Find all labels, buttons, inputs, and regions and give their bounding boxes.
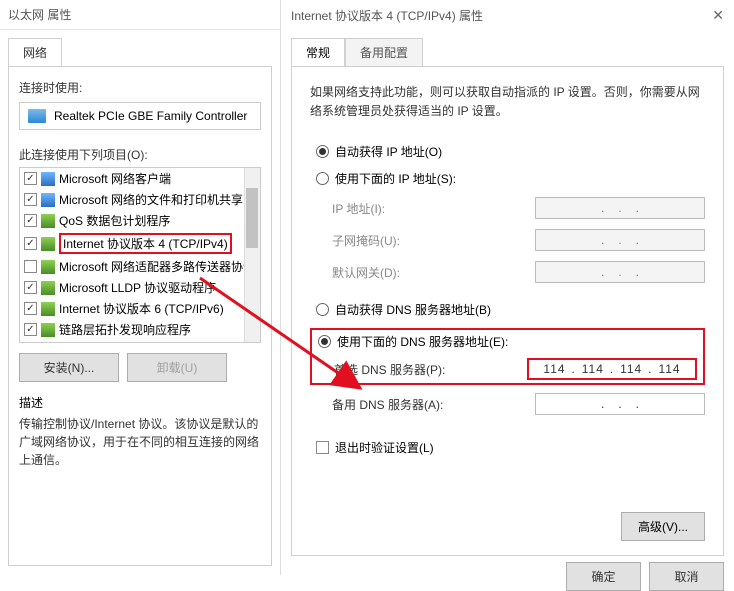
scroll-thumb[interactable] bbox=[246, 188, 258, 248]
protocol-icon bbox=[41, 260, 55, 274]
title-text: Internet 协议版本 4 (TCP/IPv4) 属性 bbox=[291, 7, 483, 24]
ip-fields: IP 地址(I):... 子网掩码(U):... 默认网关(D):... bbox=[332, 197, 705, 283]
adapter-field[interactable]: Realtek PCIe GBE Family Controller bbox=[19, 102, 261, 130]
radio-label: 使用下面的 DNS 服务器地址(E): bbox=[337, 333, 508, 350]
radio-icon bbox=[318, 335, 331, 348]
protocol-icon bbox=[41, 172, 55, 186]
item-label: Internet 协议版本 6 (TCP/IPv6) bbox=[59, 300, 224, 317]
nic-icon bbox=[28, 109, 46, 123]
item-label: Internet 协议版本 4 (TCP/IPv4) bbox=[63, 237, 228, 251]
advanced-button[interactable]: 高级(V)... bbox=[621, 512, 705, 541]
radio-label: 自动获得 IP 地址(O) bbox=[335, 143, 442, 160]
tab-strip-left: 网络 bbox=[8, 38, 272, 66]
mask-input: ... bbox=[535, 229, 705, 251]
checkbox-icon bbox=[316, 441, 329, 454]
dns-manual-highlight: 使用下面的 DNS 服务器地址(E): 首选 DNS 服务器(P): 114. … bbox=[310, 328, 705, 385]
tab-body-left: 连接时使用: Realtek PCIe GBE Family Controlle… bbox=[8, 66, 272, 566]
radio-manual-ip[interactable]: 使用下面的 IP 地址(S): bbox=[316, 170, 705, 187]
mask-label: 子网掩码(U): bbox=[332, 232, 535, 249]
protocol-icon bbox=[41, 323, 55, 337]
checkbox-icon[interactable]: ✓ bbox=[24, 172, 37, 185]
protocol-icon bbox=[41, 281, 55, 295]
list-item[interactable]: ✓ Microsoft LLDP 协议驱动程序 bbox=[20, 277, 260, 298]
ethernet-properties-window: 以太网 属性 网络 连接时使用: Realtek PCIe GBE Family… bbox=[0, 0, 280, 575]
protocol-icon bbox=[41, 302, 55, 316]
radio-icon bbox=[316, 303, 329, 316]
checkbox-icon[interactable]: ✓ bbox=[24, 302, 37, 315]
checkbox-icon[interactable]: ✓ bbox=[24, 214, 37, 227]
item-label: Microsoft LLDP 协议驱动程序 bbox=[59, 279, 216, 296]
button-row: 安装(N)... 卸载(U) bbox=[19, 353, 261, 382]
install-button[interactable]: 安装(N)... bbox=[19, 353, 119, 382]
alternate-dns-input[interactable]: ... bbox=[535, 393, 705, 415]
description-title: 描述 bbox=[19, 394, 261, 411]
ipv4-properties-window: Internet 协议版本 4 (TCP/IPv4) 属性 ✕ 常规 备用配置 … bbox=[280, 0, 734, 575]
close-icon[interactable]: ✕ bbox=[712, 7, 724, 24]
list-item[interactable]: Microsoft 网络适配器多路传送器协议 bbox=[20, 256, 260, 277]
checkbox-icon[interactable]: ✓ bbox=[24, 281, 37, 294]
checkbox-icon[interactable]: ✓ bbox=[24, 323, 37, 336]
tab-strip-right: 常规 备用配置 bbox=[291, 38, 724, 66]
tab-body-right: 如果网络支持此功能，则可以获取自动指派的 IP 设置。否则，你需要从网络系统管理… bbox=[291, 66, 724, 556]
tab-alternate[interactable]: 备用配置 bbox=[345, 38, 423, 66]
radio-auto-dns[interactable]: 自动获得 DNS 服务器地址(B) bbox=[316, 301, 705, 318]
validate-checkbox-row[interactable]: 退出时验证设置(L) bbox=[316, 439, 705, 456]
alternate-dns-label: 备用 DNS 服务器(A): bbox=[332, 396, 535, 413]
protocol-list[interactable]: ✓ Microsoft 网络客户端 ✓ Microsoft 网络的文件和打印机共享 ✓ Q… bbox=[19, 167, 261, 343]
connect-using-label: 连接时使用: bbox=[19, 79, 261, 96]
window-title-left: 以太网 属性 bbox=[0, 0, 280, 30]
protocol-icon bbox=[41, 193, 55, 207]
radio-icon bbox=[316, 145, 329, 158]
preferred-dns-input[interactable]: 114. 114. 114. 114 bbox=[527, 358, 697, 380]
adapter-name: Realtek PCIe GBE Family Controller bbox=[54, 109, 247, 123]
items-label: 此连接使用下列项目(O): bbox=[19, 146, 261, 163]
protocol-icon bbox=[41, 214, 55, 228]
uninstall-button[interactable]: 卸载(U) bbox=[127, 353, 227, 382]
radio-manual-dns[interactable]: 使用下面的 DNS 服务器地址(E): bbox=[318, 333, 697, 350]
preferred-dns-label: 首选 DNS 服务器(P): bbox=[334, 361, 527, 378]
ok-button[interactable]: 确定 bbox=[566, 562, 641, 591]
checkbox-icon[interactable]: ✓ bbox=[24, 193, 37, 206]
ip-label: IP 地址(I): bbox=[332, 200, 535, 217]
radio-icon bbox=[316, 172, 329, 185]
dialog-footer: 确定 取消 bbox=[281, 562, 724, 591]
ip-input: ... bbox=[535, 197, 705, 219]
radio-label: 自动获得 DNS 服务器地址(B) bbox=[335, 301, 491, 318]
preferred-dns-row: 首选 DNS 服务器(P): 114. 114. 114. 114 bbox=[318, 358, 697, 380]
title-text: 以太网 属性 bbox=[8, 6, 71, 23]
list-item[interactable]: ✓ 链路层拓扑发现响应程序 bbox=[20, 319, 260, 340]
item-label: Microsoft 网络的文件和打印机共享 bbox=[59, 191, 243, 208]
list-item[interactable]: ✓ Microsoft 网络的文件和打印机共享 bbox=[20, 189, 260, 210]
item-label: Microsoft 网络适配器多路传送器协议 bbox=[59, 258, 255, 275]
cancel-button[interactable]: 取消 bbox=[649, 562, 724, 591]
radio-label: 使用下面的 IP 地址(S): bbox=[335, 170, 456, 187]
list-item[interactable]: ✓ Internet 协议版本 6 (TCP/IPv6) bbox=[20, 298, 260, 319]
checkbox-icon[interactable]: ✓ bbox=[24, 237, 37, 250]
list-item[interactable]: ✓ QoS 数据包计划程序 bbox=[20, 210, 260, 231]
window-title-right: Internet 协议版本 4 (TCP/IPv4) 属性 ✕ bbox=[281, 0, 734, 30]
list-item[interactable]: ✓ Microsoft 网络客户端 bbox=[20, 168, 260, 189]
intro-text: 如果网络支持此功能，则可以获取自动指派的 IP 设置。否则，你需要从网络系统管理… bbox=[310, 83, 705, 121]
alternate-dns-row: 备用 DNS 服务器(A): ... bbox=[332, 393, 705, 415]
gateway-input: ... bbox=[535, 261, 705, 283]
checkbox-icon[interactable] bbox=[24, 260, 37, 273]
tab-general[interactable]: 常规 bbox=[291, 38, 345, 66]
gateway-label: 默认网关(D): bbox=[332, 264, 535, 281]
list-item[interactable]: ✓ Internet 协议版本 4 (TCP/IPv4) bbox=[20, 231, 260, 256]
tab-network[interactable]: 网络 bbox=[8, 38, 62, 66]
protocol-icon bbox=[41, 237, 55, 251]
item-label: Microsoft 网络客户端 bbox=[59, 170, 171, 187]
validate-label: 退出时验证设置(L) bbox=[335, 439, 434, 456]
item-label: QoS 数据包计划程序 bbox=[59, 212, 170, 229]
scrollbar[interactable] bbox=[244, 168, 260, 342]
radio-auto-ip[interactable]: 自动获得 IP 地址(O) bbox=[316, 143, 705, 160]
description-body: 传输控制协议/Internet 协议。该协议是默认的广域网络协议，用于在不同的相… bbox=[19, 415, 261, 469]
item-label: 链路层拓扑发现响应程序 bbox=[59, 321, 191, 338]
